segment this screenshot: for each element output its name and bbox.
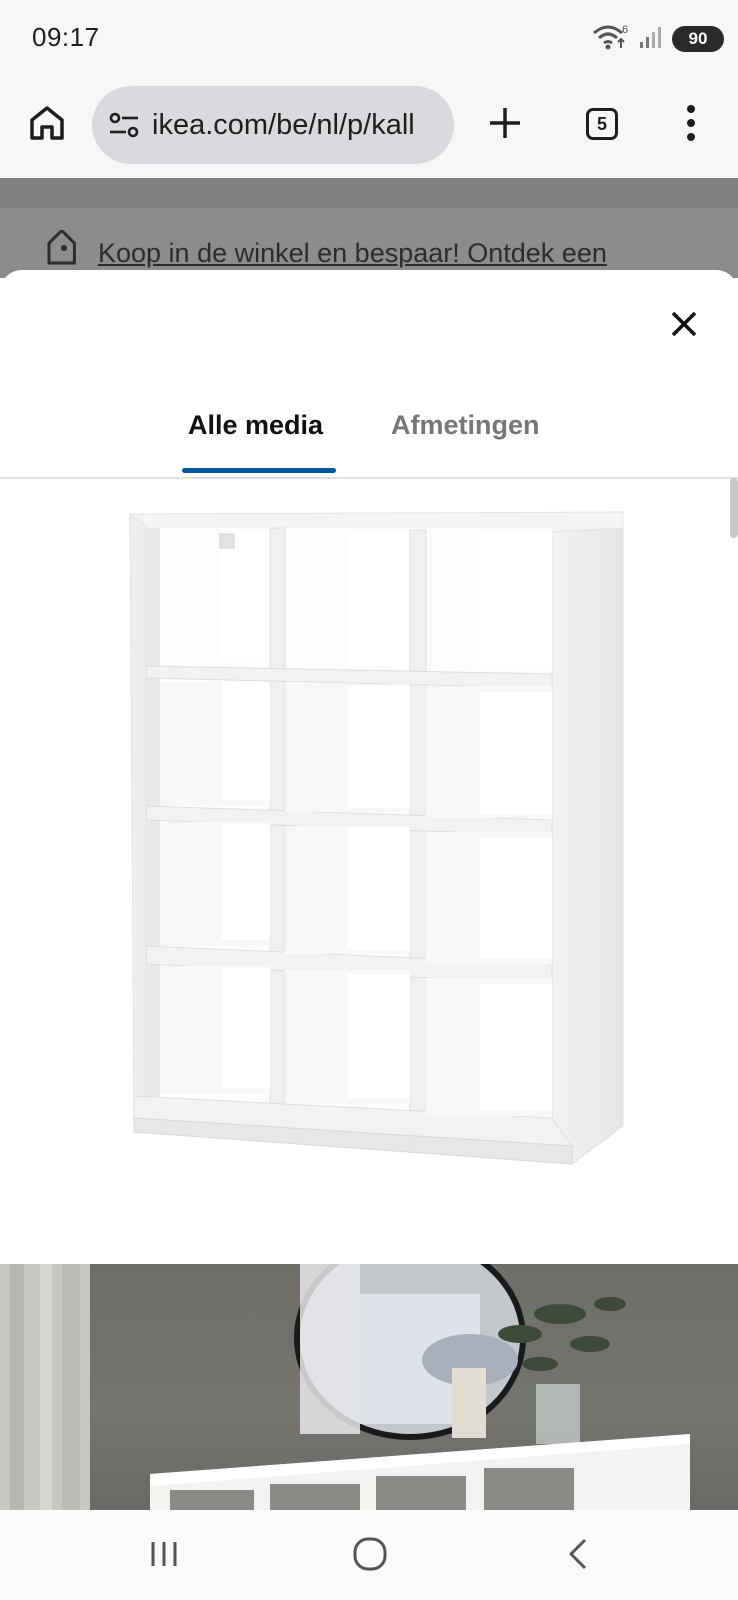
wifi-standard-label: 6 [622,24,628,36]
wifi-icon: 6 [592,23,630,56]
tab-divider [0,477,738,479]
backdrop-header-strip [0,178,738,208]
media-viewer-sheet: Alle media Afmetingen [0,270,738,1510]
close-icon [669,309,699,344]
tab-switcher-button[interactable]: 5 [582,104,622,144]
signal-icon [638,24,664,55]
active-tab-indicator [182,468,336,473]
tab-switcher-icon: 5 [586,108,618,140]
status-icons: 6 90 [592,24,724,54]
home-icon [27,103,67,148]
battery-indicator: 90 [672,26,724,52]
tab-all-media[interactable]: Alle media [188,410,323,441]
browser-toolbar: ikea.com/be/nl/p/kall 5 [0,78,738,178]
plus-icon [487,105,523,146]
status-bar: 09:17 6 90 [0,0,738,78]
promo-link[interactable]: Koop in de winkel en bespaar! Ontdek een [98,238,607,269]
scrollbar[interactable] [730,478,738,538]
close-button[interactable] [664,306,704,346]
home-nav-button[interactable] [346,1532,394,1580]
more-menu-button[interactable] [676,100,706,150]
tab-dimensions[interactable]: Afmetingen [391,410,540,441]
address-bar[interactable]: ikea.com/be/nl/p/kall [92,86,454,164]
recent-apps-button[interactable] [140,1532,188,1580]
home-button[interactable] [24,102,70,148]
page-backdrop: Koop in de winkel en bespaar! Ontdek een [0,178,738,278]
site-settings-icon[interactable] [106,107,142,143]
status-time: 09:17 [32,22,100,52]
home-circle-icon [352,1536,388,1577]
back-button[interactable] [554,1532,602,1580]
recent-apps-icon [147,1539,181,1574]
room-scene-photo[interactable] [0,1264,738,1510]
system-nav-bar [0,1510,738,1600]
more-vert-icon [685,104,697,147]
new-tab-button[interactable] [480,100,530,150]
kallax-shelf-product-image[interactable] [120,506,640,1186]
back-icon [563,1537,593,1576]
url-text[interactable]: ikea.com/be/nl/p/kall [152,109,437,142]
